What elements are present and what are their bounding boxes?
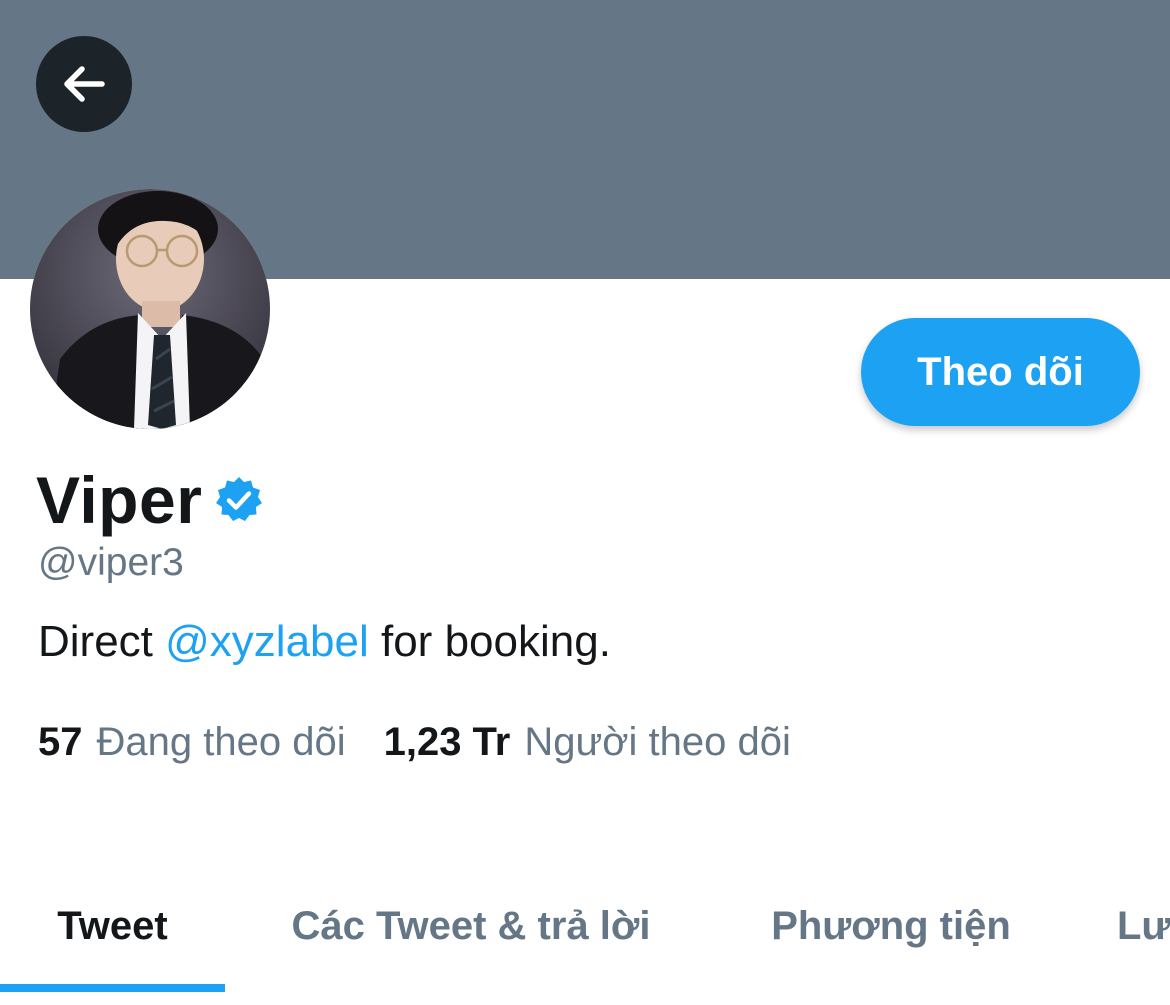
tab-tweets[interactable]: Tweet xyxy=(0,860,225,992)
bio-text-prefix: Direct xyxy=(38,617,166,666)
following-label: Đang theo dõi xyxy=(96,720,346,764)
followers-label: Người theo dõi xyxy=(524,720,791,764)
profile-photo xyxy=(30,189,270,429)
following-count: 57 xyxy=(38,720,83,764)
profile-stats: 57 Đang theo dõi 1,23 Tr Người theo dõi xyxy=(38,718,791,766)
followers-count: 1,23 Tr xyxy=(383,720,511,764)
back-button[interactable] xyxy=(36,36,132,132)
bio-mention-link[interactable]: @xyzlabel xyxy=(165,617,369,666)
profile-name-row: Viper xyxy=(36,462,264,538)
avatar[interactable] xyxy=(30,189,270,429)
arrow-left-icon xyxy=(64,66,105,102)
active-tab-indicator xyxy=(0,984,225,992)
follow-button[interactable]: Theo dõi xyxy=(861,318,1140,426)
following-stat[interactable]: 57 Đang theo dõi xyxy=(38,718,346,766)
tab-tweets-replies[interactable]: Các Tweet & trả lời xyxy=(262,860,680,992)
display-name: Viper xyxy=(36,463,203,537)
followers-stat[interactable]: 1,23 Tr Người theo dõi xyxy=(384,718,791,766)
bio-text-suffix: for booking. xyxy=(368,617,611,666)
tab-likes[interactable]: Lượt thích xyxy=(1117,860,1170,992)
profile-bio: Direct @xyzlabel for booking. xyxy=(38,616,611,668)
user-handle: @viper3 xyxy=(38,541,184,584)
tab-media[interactable]: Phương tiện xyxy=(752,860,1030,992)
verified-badge-icon xyxy=(214,475,264,525)
profile-tabs: Tweet Các Tweet & trả lời Phương tiện Lư… xyxy=(0,860,1170,992)
